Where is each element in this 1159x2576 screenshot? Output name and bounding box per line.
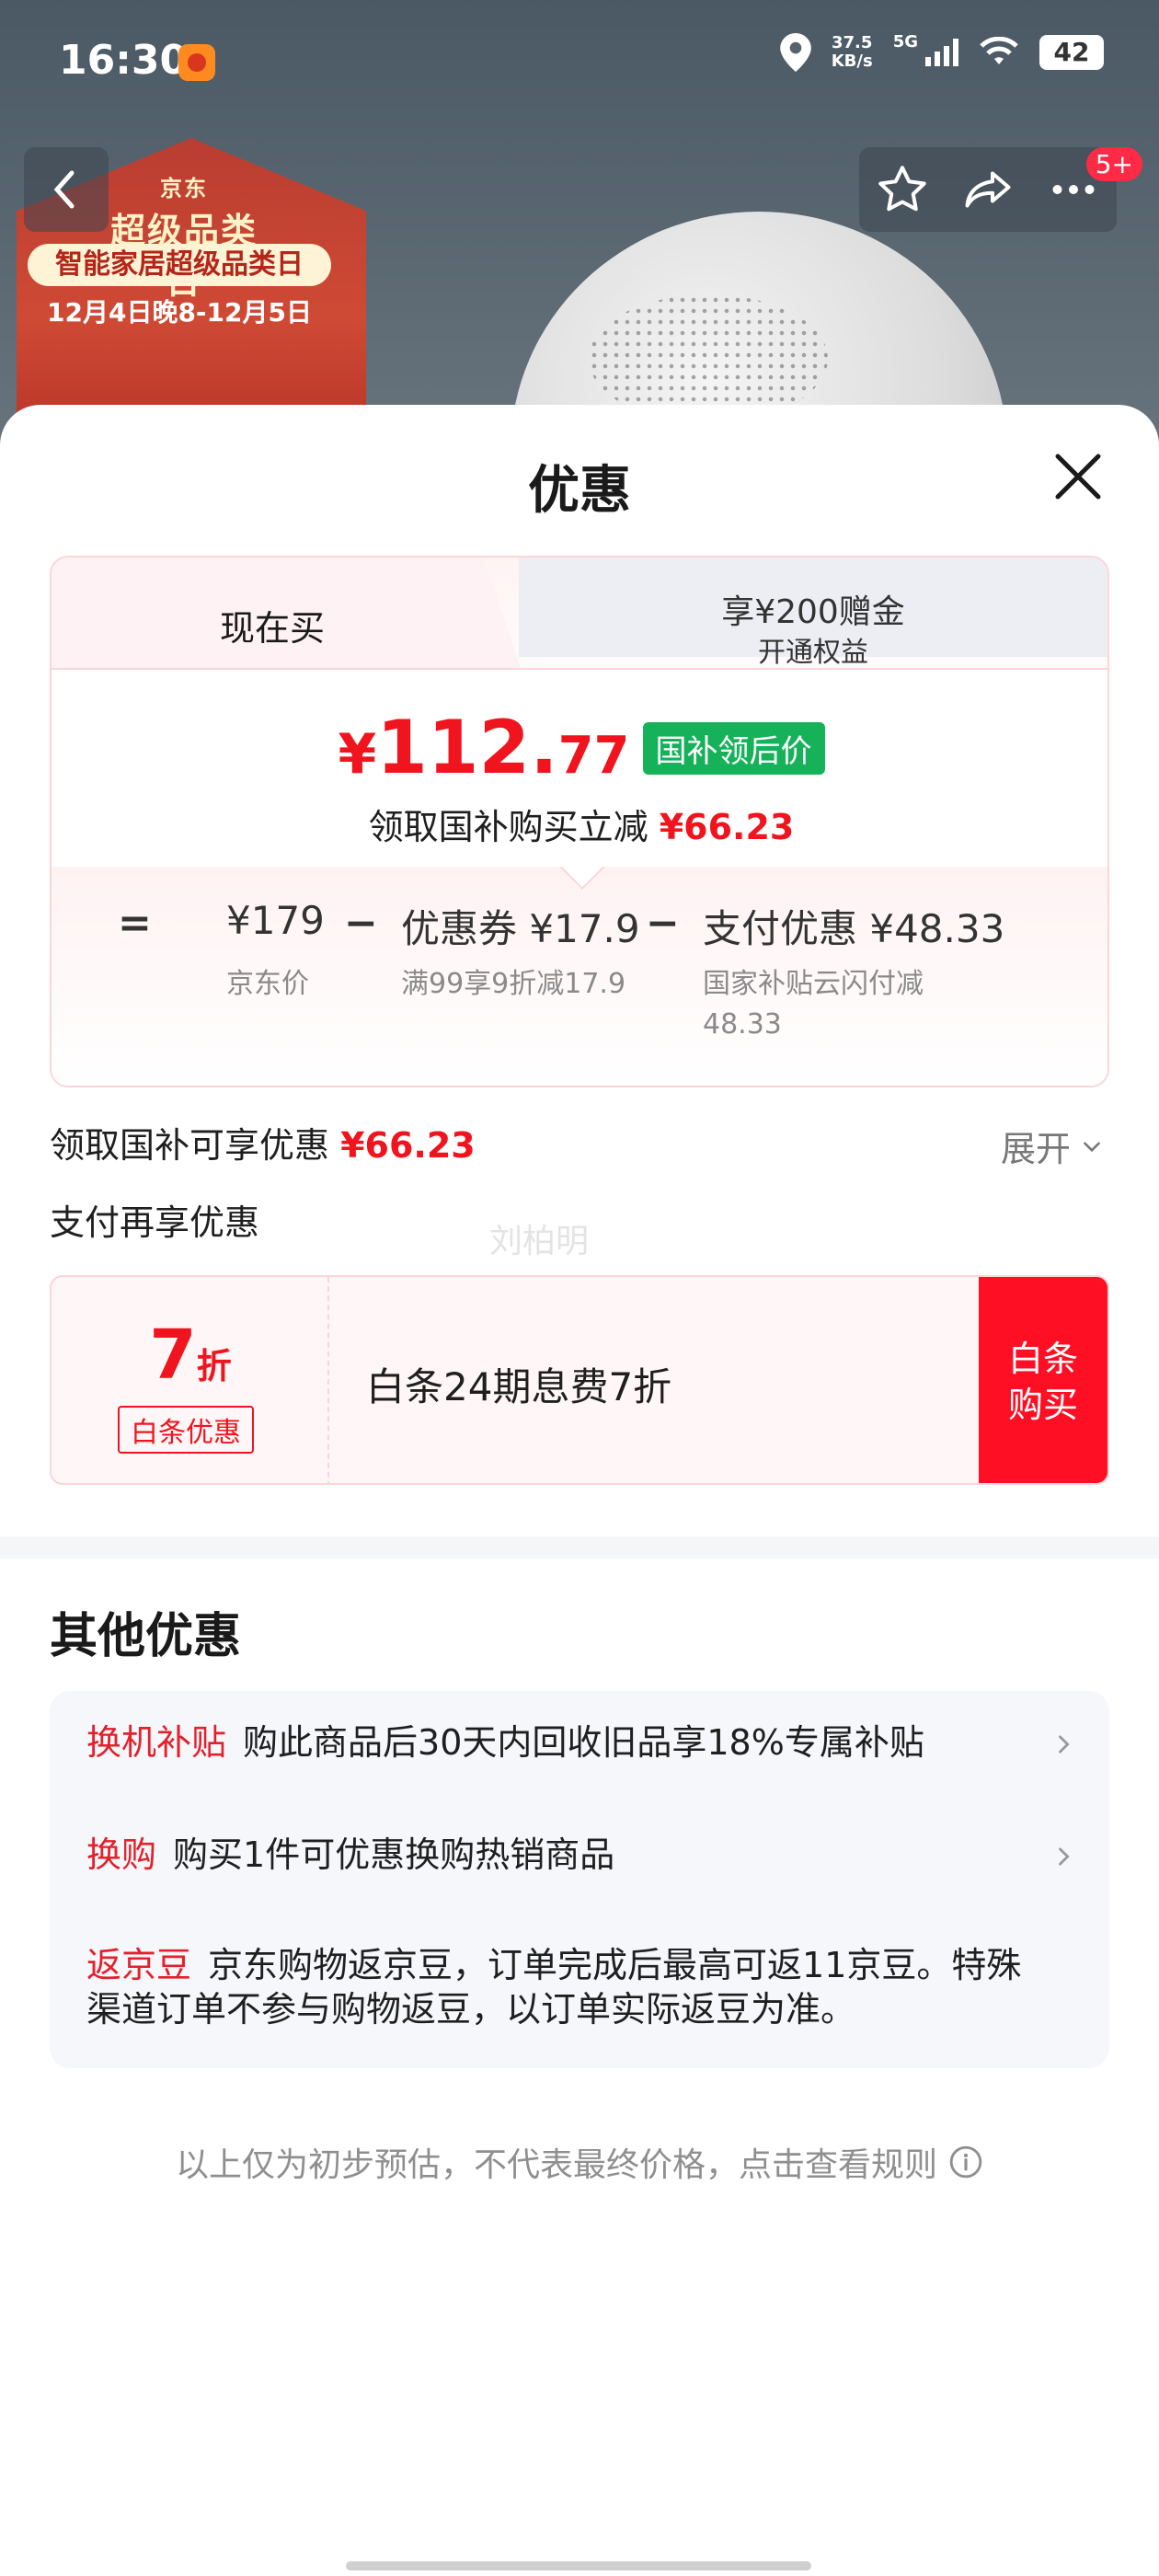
price-note: 领取国补购买立减 ¥66.23 bbox=[368, 807, 795, 847]
baitiao-title: 白条24期息费7折 bbox=[366, 1364, 672, 1409]
expand-label: 展开 bbox=[1000, 1129, 1071, 1169]
gov-subsidy-label: 领取国补可享优惠 bbox=[50, 1125, 330, 1166]
share-icon[interactable] bbox=[960, 162, 1016, 217]
network-type: 5G bbox=[892, 31, 918, 52]
minus-sign: − bbox=[344, 900, 378, 947]
price-decimal: 77 bbox=[557, 726, 630, 786]
poster-subtitle: 智能家居超级品类日 bbox=[28, 244, 331, 286]
tab-buy-now-label: 现在买 bbox=[219, 608, 325, 649]
watermark-text: 刘柏明 bbox=[489, 1223, 590, 1260]
price-integer: 112. bbox=[376, 705, 558, 790]
coupon-value: 优惠券 ¥17.9 bbox=[401, 906, 640, 951]
top-actions bbox=[859, 147, 1117, 232]
other-discounts-title: 其他优惠 bbox=[50, 1609, 242, 1664]
jd-price: ¥179 bbox=[226, 898, 325, 943]
baitiao-offer-card[interactable]: 7折 白条优惠 白条24期息费7折 白条 购买 bbox=[50, 1275, 1109, 1485]
list-item-jingdou: 返京豆 京东购物返京豆，订单完成后最高可返11京豆。特殊渠道订单不参与购物返豆，以… bbox=[86, 1945, 1022, 2030]
baitiao-buy-button[interactable]: 白条 购买 bbox=[979, 1277, 1107, 1483]
home-indicator[interactable] bbox=[346, 2561, 811, 2570]
price-currency: ¥ bbox=[338, 722, 377, 787]
app-notification-icon bbox=[178, 44, 215, 81]
sheet-title: 优惠 bbox=[528, 461, 631, 521]
chevron-right-icon[interactable] bbox=[1050, 1731, 1076, 1757]
list-item-exchange[interactable]: 换购 购买1件可优惠换购热销商品 bbox=[86, 1833, 1043, 1877]
wifi-icon bbox=[980, 37, 1018, 64]
cart-badge: 5+ bbox=[1085, 147, 1142, 181]
coupon-desc: 满99享9折减17.9 bbox=[401, 968, 626, 1000]
other-discounts-list: 换机补贴 购此商品后30天内回收旧品享18%专属补贴 换购 购买1件可优惠换购热销商… bbox=[50, 1691, 1109, 2068]
jd-price-label: 京东价 bbox=[226, 968, 309, 1000]
info-icon bbox=[949, 2145, 982, 2179]
star-icon[interactable] bbox=[875, 162, 930, 217]
location-icon bbox=[779, 33, 811, 72]
tab-gift-sublabel: 开通权益 bbox=[758, 637, 868, 669]
close-icon[interactable] bbox=[1050, 449, 1106, 504]
chevron-left-icon bbox=[53, 170, 75, 209]
baitiao-rate-block: 7折 白条优惠 bbox=[52, 1277, 329, 1483]
section-divider bbox=[0, 1536, 1159, 1558]
poster-date: 12月4日晚8-12月5日 bbox=[47, 297, 312, 328]
status-bar: 16:30 37.5 KB/s 5G 42 bbox=[0, 0, 1159, 120]
disclaimer-text: 以上仅为初步预估，不代表最终价格，点击查看规则 bbox=[175, 2146, 937, 2184]
discount-sheet: 优惠 现在买 享¥200赠金 开通权益 ¥ 112. 77 国补领后价 领取国补… bbox=[0, 405, 1159, 2576]
product-speaker-grille bbox=[589, 294, 828, 423]
price-card-body: ¥ 112. 77 国补领后价 领取国补购买立减 ¥66.23 = ¥179 京… bbox=[52, 668, 1107, 1086]
back-button[interactable] bbox=[24, 147, 109, 232]
equals-sign: = bbox=[118, 900, 152, 947]
pay-discount-desc: 国家补贴云闪付减 48.33 bbox=[703, 968, 924, 1041]
gov-subsidy-tag: 国补领后价 bbox=[642, 722, 825, 775]
rules-disclaimer[interactable]: 以上仅为初步预估，不代表最终价格，点击查看规则 bbox=[0, 2138, 1159, 2186]
baitiao-rate: 7折 bbox=[149, 1316, 232, 1395]
list-item-trade-in[interactable]: 换机补贴 购此商品后30天内回收旧品享18%专属补贴 bbox=[86, 1720, 1043, 1765]
pay-discount: 支付优惠 ¥48.33 bbox=[703, 906, 1005, 951]
price-breakdown: = ¥179 京东价 − 优惠券 ¥17.9 满99享9折减17.9 − 支付优… bbox=[52, 867, 1107, 1086]
signal-icon bbox=[925, 39, 958, 66]
baitiao-tag: 白条优惠 bbox=[118, 1406, 254, 1454]
expand-button[interactable]: 展开 bbox=[1001, 1121, 1104, 1171]
chevron-down-icon bbox=[1084, 1141, 1100, 1152]
chevron-right-icon[interactable] bbox=[1050, 1844, 1076, 1869]
price-card: 现在买 享¥200赠金 开通权益 ¥ 112. 77 国补领后价 领取国补购买立… bbox=[50, 556, 1109, 1087]
gov-subsidy-amount: ¥66.23 bbox=[340, 1125, 476, 1166]
minus-sign: − bbox=[646, 900, 680, 947]
tab-gift-label: 享¥200赠金 bbox=[721, 593, 905, 631]
network-speed: 37.5 KB/s bbox=[831, 33, 873, 71]
battery-indicator: 42 bbox=[1039, 35, 1104, 70]
final-price: ¥ 112. 77 国补领后价 bbox=[52, 705, 1107, 790]
pay-discount-heading: 支付再享优惠 bbox=[50, 1202, 260, 1243]
status-time: 16:30 bbox=[59, 37, 189, 84]
gov-subsidy-row: 领取国补可享优惠 ¥66.23 bbox=[50, 1117, 476, 1167]
